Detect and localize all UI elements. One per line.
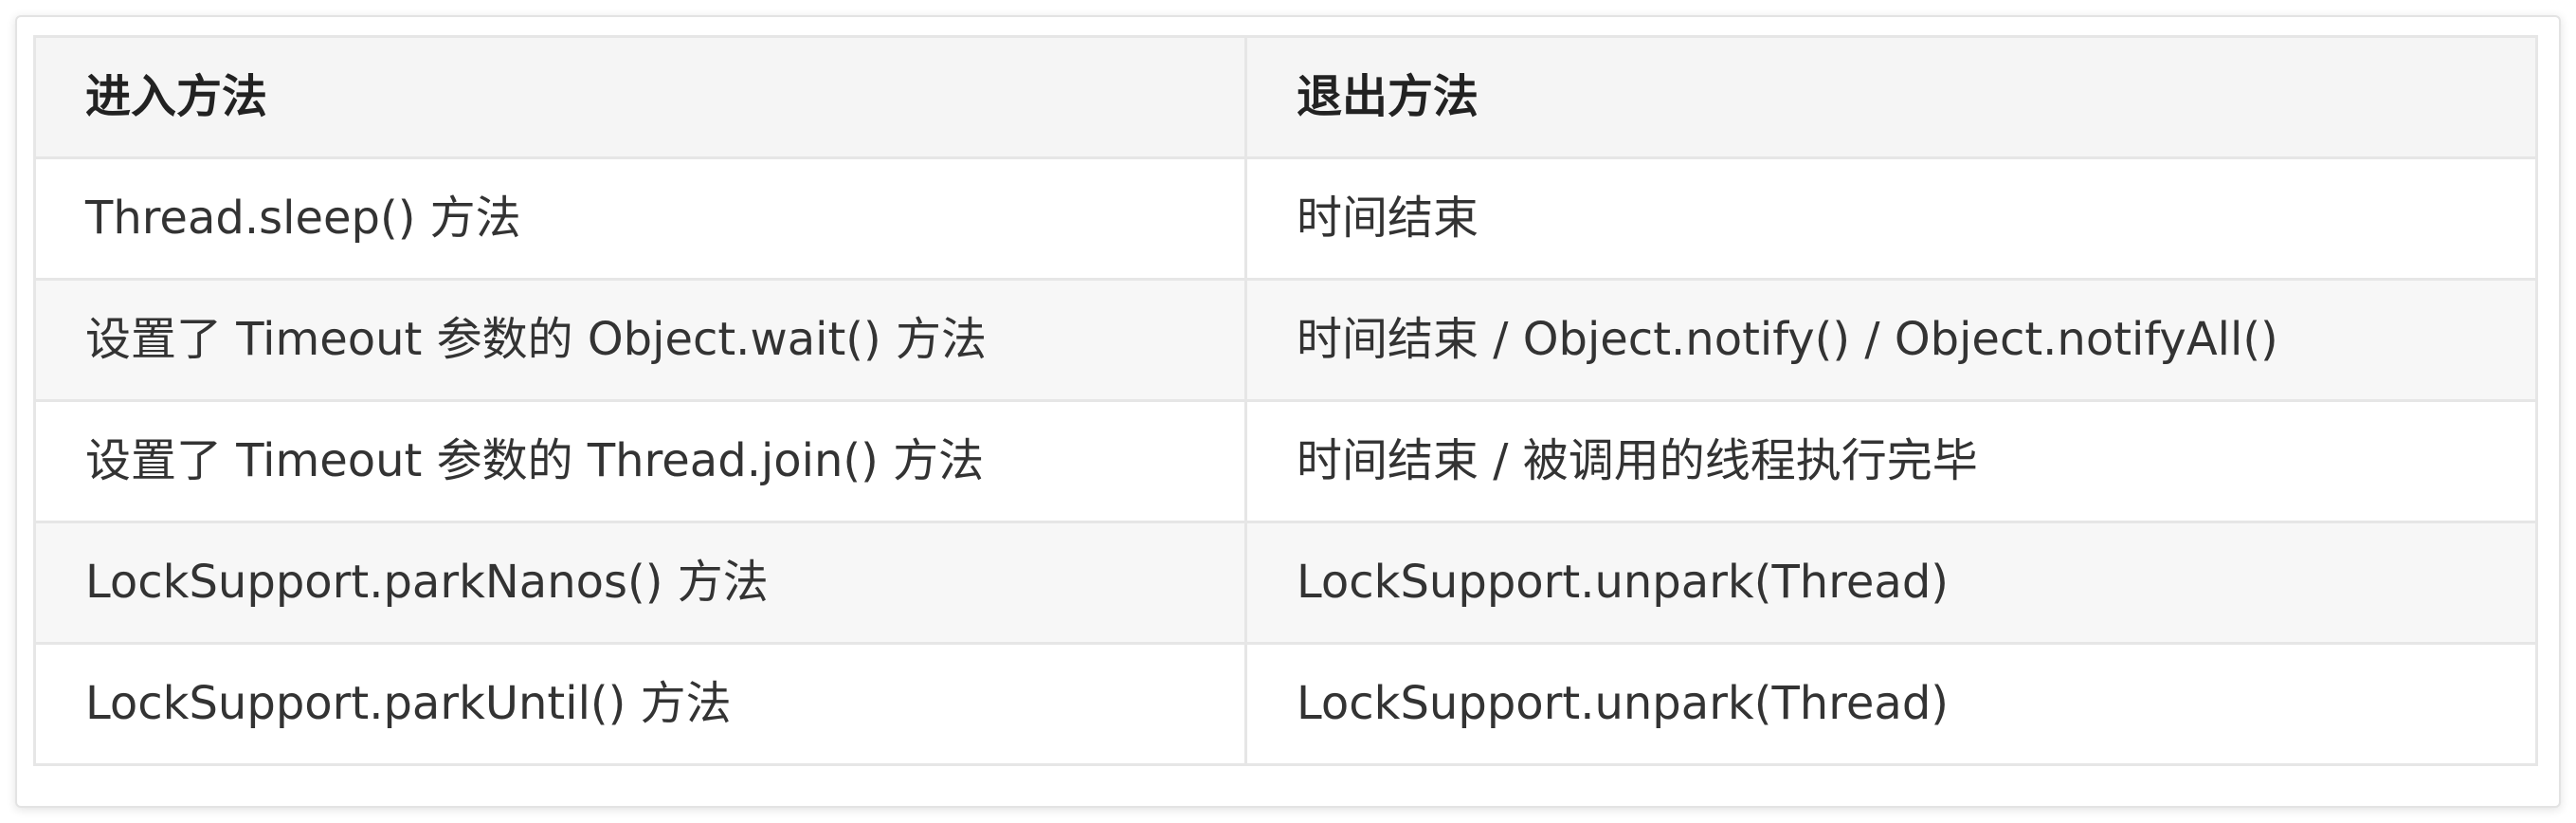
exit-method-cell: LockSupport.unpark(Thread): [1244, 521, 2538, 645]
table-row: 设置了 Timeout 参数的 Object.wait() 方法 时间结束 / …: [33, 278, 2538, 402]
exit-method-cell: LockSupport.unpark(Thread): [1244, 642, 2538, 766]
table-row: LockSupport.parkNanos() 方法 LockSupport.u…: [33, 521, 2538, 645]
exit-method-cell: 时间结束: [1244, 156, 2538, 281]
table-row: Thread.sleep() 方法 时间结束: [33, 156, 2538, 281]
header-enter-method: 进入方法: [33, 35, 1247, 159]
exit-method-cell: 时间结束 / Object.notify() / Object.notifyAl…: [1244, 278, 2538, 402]
enter-method-cell: 设置了 Timeout 参数的 Thread.join() 方法: [33, 399, 1247, 523]
header-exit-method: 退出方法: [1244, 35, 2538, 159]
timed-waiting-methods-table: 进入方法 退出方法 Thread.sleep() 方法 时间结束 设置了 Tim…: [33, 35, 2538, 766]
enter-method-cell: LockSupport.parkUntil() 方法: [33, 642, 1247, 766]
table-row: LockSupport.parkUntil() 方法 LockSupport.u…: [33, 642, 2538, 766]
table-header-row: 进入方法 退出方法: [33, 35, 2538, 159]
page: 进入方法 退出方法 Thread.sleep() 方法 时间结束 设置了 Tim…: [0, 0, 2576, 823]
enter-method-cell: Thread.sleep() 方法: [33, 156, 1247, 281]
enter-method-cell: 设置了 Timeout 参数的 Object.wait() 方法: [33, 278, 1247, 402]
table-row: 设置了 Timeout 参数的 Thread.join() 方法 时间结束 / …: [33, 399, 2538, 523]
enter-method-cell: LockSupport.parkNanos() 方法: [33, 521, 1247, 645]
exit-method-cell: 时间结束 / 被调用的线程执行完毕: [1244, 399, 2538, 523]
